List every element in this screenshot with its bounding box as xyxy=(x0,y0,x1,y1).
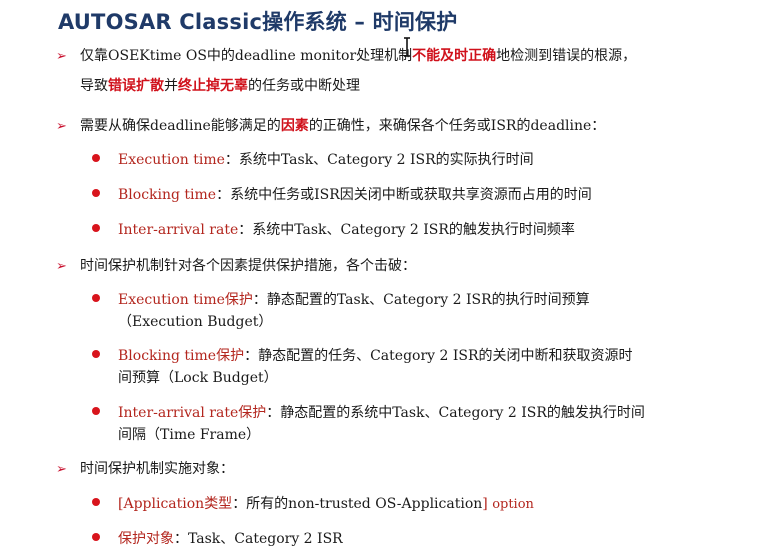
bullet-text: 需要从确保deadline能够满足的 xyxy=(80,118,281,134)
bullet-text: 时间保护机制实施对象： xyxy=(80,461,234,477)
triangle-arrow-icon: ➢ xyxy=(56,462,67,477)
red-dot-icon xyxy=(92,154,100,162)
triangle-arrow-icon: ➢ xyxy=(56,119,67,134)
item-label: Execution time保护 xyxy=(118,292,253,308)
red-dot-icon xyxy=(92,533,100,541)
bullet-protection-targets: ➢ 时间保护机制实施对象： xyxy=(56,456,234,483)
bullet-factors: ➢ 需要从确保deadline能够满足的因素的正确性，来确保各个任务或ISR的de… xyxy=(56,113,605,140)
option-tag: option xyxy=(492,497,534,512)
item-text: ：静态配置的任务、Category 2 ISR的关闭中断和获取资源时 xyxy=(244,348,633,364)
sub-item-time-frame: Inter-arrival rate保护：静态配置的系统中Task、Catego… xyxy=(92,402,645,424)
item-text: ：系统中任务或ISR因关闭中断或获取共享资源而占用的时间 xyxy=(216,187,592,203)
bullet-protection-measures: ➢ 时间保护机制针对各个因素提供保护措施，各个击破： xyxy=(56,253,416,280)
red-dot-icon xyxy=(92,350,100,358)
item-label: [Application类型 xyxy=(118,496,233,512)
red-dot-icon xyxy=(92,407,100,415)
sub-item-execution-budget-cont: （Execution Budget） xyxy=(118,314,273,330)
bullet-text: 地检测到错误的根源， xyxy=(496,48,637,64)
bullet-deadline-monitor: ➢ 仅靠OSEKtime OS中的deadline monitor处理机制不能及时… xyxy=(56,43,636,70)
red-dot-icon xyxy=(92,498,100,506)
item-label: Inter-arrival rate xyxy=(118,222,239,238)
item-label: Blocking time保护 xyxy=(118,348,245,364)
sub-item-blocking-time: Blocking time：系统中任务或ISR因关闭中断或获取共享资源而占用的时… xyxy=(92,184,592,206)
bullet-text: 的任务或中断处理 xyxy=(248,78,360,94)
item-label: 保护对象 xyxy=(118,531,174,547)
emphasis-text: 不能及时正确 xyxy=(412,48,497,64)
item-text: ：静态配置的系统中Task、Category 2 ISR的触发执行时间 xyxy=(266,405,645,421)
item-label: Blocking time xyxy=(118,187,217,203)
text-cursor-icon xyxy=(404,37,410,57)
emphasis-text: 因素 xyxy=(280,118,309,134)
bullet-text: 仅靠OSEKtime OS中的deadline monitor处理机制 xyxy=(80,48,413,64)
sub-item-execution-budget: Execution time保护：静态配置的Task、Category 2 IS… xyxy=(92,289,590,311)
slide: AUTOSAR Classic操作系统 – 时间保护 ➢ 仅靠OSEKtime O… xyxy=(0,0,783,556)
item-text: ：Task、Category 2 ISR xyxy=(174,531,343,547)
item-text: ：所有的non-trusted OS-Application xyxy=(232,496,483,512)
triangle-arrow-icon: ➢ xyxy=(56,259,67,274)
emphasis-text: 错误扩散 xyxy=(108,78,164,94)
sub-item-lock-budget-cont: 间预算（Lock Budget） xyxy=(118,370,278,386)
item-text: ：系统中Task、Category 2 ISR的实际执行时间 xyxy=(224,152,534,168)
bullet-text: 并 xyxy=(164,78,178,94)
red-dot-icon xyxy=(92,189,100,197)
red-dot-icon xyxy=(92,224,100,232)
triangle-arrow-icon: ➢ xyxy=(56,49,67,64)
sub-item-lock-budget: Blocking time保护：静态配置的任务、Category 2 ISR的关… xyxy=(92,345,633,367)
bullet-text: 的正确性，来确保各个任务或ISR的deadline： xyxy=(308,118,606,134)
sub-item-application-type: [Application类型：所有的non-trusted OS-Applica… xyxy=(92,493,534,516)
sub-item-execution-time: Execution time：系统中Task、Category 2 ISR的实际… xyxy=(92,149,534,171)
bracket-text: ] xyxy=(482,496,488,512)
bullet-text: 导致 xyxy=(80,78,108,94)
emphasis-text: 终止掉无辜 xyxy=(178,78,248,94)
sub-item-inter-arrival-rate: Inter-arrival rate：系统中Task、Category 2 IS… xyxy=(92,219,575,241)
item-label: Execution time xyxy=(118,152,225,168)
red-dot-icon xyxy=(92,294,100,302)
page-title: AUTOSAR Classic操作系统 – 时间保护 xyxy=(58,10,458,34)
sub-item-time-frame-cont: 间隔（Time Frame） xyxy=(118,427,261,443)
bullet-text: 时间保护机制针对各个因素提供保护措施，各个击破： xyxy=(80,258,416,274)
item-text: ：静态配置的Task、Category 2 ISR的执行时间预算 xyxy=(252,292,590,308)
sub-item-protected-objects: 保护对象：Task、Category 2 ISR xyxy=(92,528,343,550)
bullet-deadline-monitor-cont: 导致错误扩散并终止掉无辜的任务或中断处理 xyxy=(80,73,360,100)
item-text: ：系统中Task、Category 2 ISR的触发执行时间频率 xyxy=(238,222,575,238)
item-label: Inter-arrival rate保护 xyxy=(118,405,267,421)
